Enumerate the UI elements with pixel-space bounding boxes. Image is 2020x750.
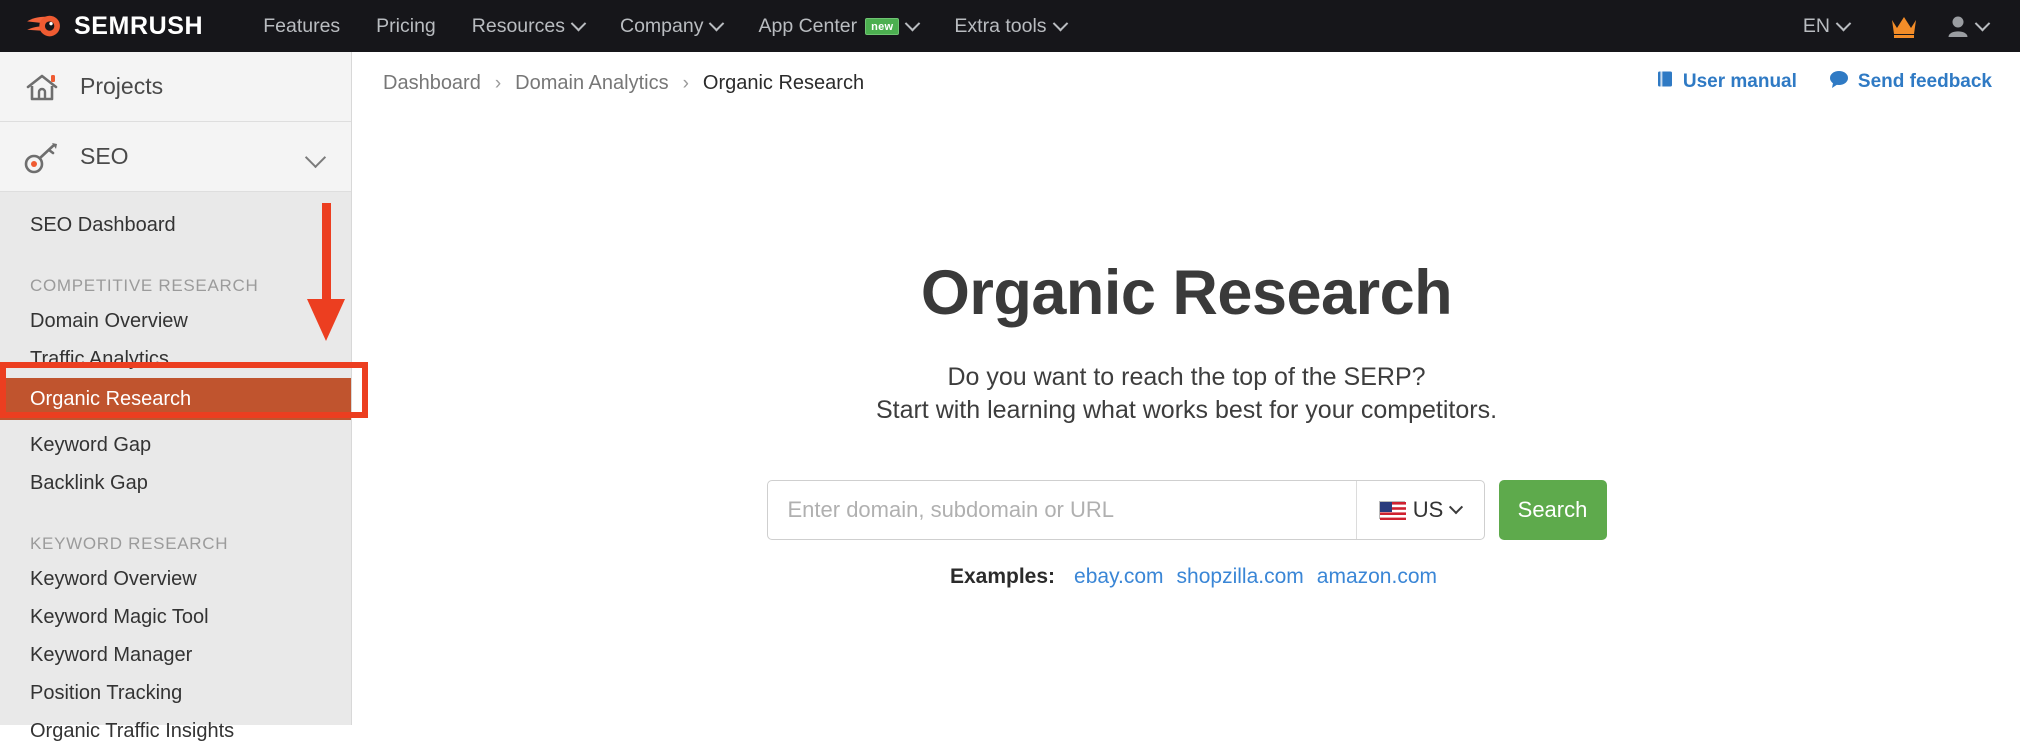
brand-name: SEMRUSH xyxy=(74,11,204,40)
chevron-down-icon[interactable] xyxy=(304,146,327,169)
sidebar-link-label: Keyword Overview xyxy=(30,567,197,590)
chevron-down-icon xyxy=(1835,15,1852,31)
sidebar-link-label: Backlink Gap xyxy=(30,471,148,494)
page-title: Organic Research xyxy=(920,258,1453,328)
new-badge: new xyxy=(865,17,900,35)
nav-item-resources[interactable]: Resources xyxy=(454,0,602,52)
example-link-amazon[interactable]: amazon.com xyxy=(1317,565,1437,589)
nav-item-app-center[interactable]: App Center new xyxy=(740,0,936,52)
hero-subtitle: Do you want to reach the top of the SERP… xyxy=(353,361,2020,428)
hero-section: Organic Research Do you want to reach th… xyxy=(353,52,2020,589)
nav-item-features[interactable]: Features xyxy=(245,0,358,52)
sidebar-item-projects[interactable]: Projects xyxy=(0,52,351,122)
semrush-brand[interactable]: SEMRUSH xyxy=(25,11,203,41)
sidebar-item-seo-dashboard[interactable]: SEO Dashboard xyxy=(0,206,351,244)
sidebar-item-position-tracking[interactable]: Position Tracking xyxy=(0,674,351,712)
example-link-ebay[interactable]: ebay.com xyxy=(1074,565,1164,589)
language-selector[interactable]: EN xyxy=(1785,0,1867,52)
chevron-down-icon xyxy=(570,15,587,31)
sidebar-item-keyword-magic-tool[interactable]: Keyword Magic Tool xyxy=(0,598,351,636)
sidebar-group-keyword-research: KEYWORD RESEARCH xyxy=(0,520,351,560)
sidebar-item-keyword-gap[interactable]: Keyword Gap xyxy=(0,426,351,464)
nav-item-pricing[interactable]: Pricing xyxy=(358,0,454,52)
sidebar-item-organic-research[interactable]: Organic Research xyxy=(0,378,351,420)
sidebar-link-label: Keyword Manager xyxy=(30,643,193,666)
sidebar-link-label: Position Tracking xyxy=(30,681,183,704)
sidebar-link-label: Organic Traffic Insights xyxy=(30,719,235,742)
primary-nav-items: Features Pricing Resources Company App C… xyxy=(245,0,1083,52)
nav-label: Company xyxy=(620,14,704,37)
sidebar-link-label: Keyword Magic Tool xyxy=(30,605,209,628)
hero-subtitle-line-1: Do you want to reach the top of the SERP… xyxy=(947,363,1426,391)
sidebar-item-label: SEO xyxy=(80,143,129,169)
nav-label: Pricing xyxy=(376,14,436,37)
sidebar-item-organic-traffic-insights[interactable]: Organic Traffic Insights xyxy=(0,712,351,750)
chevron-down-icon xyxy=(709,15,725,31)
sidebar: Projects SEO SEO Dashboard COMPETITIVE R… xyxy=(0,52,352,742)
examples-row: Examples: ebay.com shopzilla.com amazon.… xyxy=(353,565,2020,589)
search-form: US Search xyxy=(353,479,2020,540)
sidebar-item-seo[interactable]: SEO xyxy=(0,122,351,192)
database-selector[interactable]: US xyxy=(1355,480,1484,539)
chevron-down-icon xyxy=(905,15,921,31)
sidebar-item-domain-overview[interactable]: Domain Overview xyxy=(0,302,351,340)
sidebar-item-backlink-gap[interactable]: Backlink Gap xyxy=(0,464,351,502)
chevron-down-icon xyxy=(1449,499,1464,514)
sidebar-group-label: COMPETITIVE RESEARCH xyxy=(30,276,259,295)
sidebar-item-traffic-analytics[interactable]: Traffic Analytics xyxy=(0,340,351,378)
search-button[interactable]: Search xyxy=(1498,479,1607,540)
key-icon xyxy=(22,139,62,175)
sidebar-link-label: SEO Dashboard xyxy=(30,213,176,236)
language-label: EN xyxy=(1802,14,1830,37)
nav-label: Extra tools xyxy=(954,14,1047,37)
database-code: US xyxy=(1412,496,1444,522)
sidebar-group-label: KEYWORD RESEARCH xyxy=(30,534,229,553)
crown-icon[interactable] xyxy=(1889,13,1919,39)
nav-label: App Center xyxy=(758,14,858,37)
sidebar-link-label: Domain Overview xyxy=(30,309,188,332)
sidebar-group-competitive-research: COMPETITIVE RESEARCH xyxy=(0,262,351,302)
chevron-down-icon xyxy=(1974,15,1991,31)
nav-right-group: EN xyxy=(1785,0,1998,52)
hero-subtitle-line-2: Start with learning what works best for … xyxy=(875,396,1498,425)
nav-item-extra-tools[interactable]: Extra tools xyxy=(936,0,1083,52)
sidebar-link-label: Traffic Analytics xyxy=(30,347,169,370)
sidebar-links: SEO Dashboard COMPETITIVE RESEARCH Domai… xyxy=(0,192,351,750)
search-input[interactable] xyxy=(767,480,1356,539)
chevron-down-icon xyxy=(1052,15,1068,31)
user-avatar-icon xyxy=(1947,14,1969,38)
sidebar-item-keyword-overview[interactable]: Keyword Overview xyxy=(0,560,351,598)
example-link-shopzilla[interactable]: shopzilla.com xyxy=(1177,565,1304,589)
us-flag-icon xyxy=(1378,500,1406,520)
search-box: US xyxy=(766,479,1485,540)
sidebar-item-label: Projects xyxy=(80,73,164,99)
nav-label: Resources xyxy=(471,14,565,37)
sidebar-link-label: Keyword Gap xyxy=(30,433,152,456)
home-icon xyxy=(22,69,62,105)
semrush-flame-icon xyxy=(25,11,63,41)
sidebar-item-keyword-manager[interactable]: Keyword Manager xyxy=(0,636,351,674)
red-down-arrow-annotation xyxy=(304,203,348,348)
main-content: Dashboard › Domain Analytics › Organic R… xyxy=(353,52,2020,725)
sidebar-link-label: Organic Research xyxy=(30,387,192,410)
nav-label: Features xyxy=(263,14,341,37)
account-menu[interactable] xyxy=(1937,0,1998,52)
top-navigation-bar: SEMRUSH Features Pricing Resources Compa… xyxy=(0,0,2020,52)
nav-item-company[interactable]: Company xyxy=(602,0,740,52)
examples-label: Examples: xyxy=(949,564,1056,588)
